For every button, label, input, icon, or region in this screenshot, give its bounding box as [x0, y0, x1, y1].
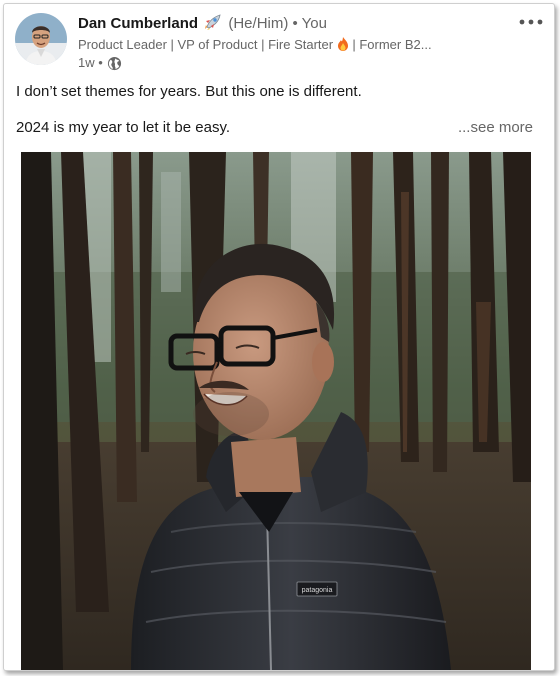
post-header: Dan Cumberland (He/Him) • You Product Le… [78, 14, 498, 71]
post-text-line-2-row: 2024 is my year to let it be easy. ...se… [16, 118, 541, 138]
jacket-logo: patagonia [302, 587, 333, 594]
post-body: I don’t set themes for years. But this o… [16, 82, 541, 138]
feed-post-card: Dan Cumberland (He/Him) • You Product Le… [3, 3, 555, 671]
rocket-emoji-icon [204, 14, 222, 30]
fire-emoji-icon [337, 37, 349, 51]
globe-icon [107, 56, 122, 71]
see-more-link[interactable]: ...see more [458, 118, 533, 138]
post-text-line-1: I don’t set themes for years. But this o… [16, 83, 362, 100]
post-text-line-2: 2024 is my year to let it be easy. [16, 119, 230, 136]
more-options-button[interactable] [518, 12, 544, 32]
post-time[interactable]: 1w • [78, 55, 103, 71]
author-avatar[interactable] [15, 13, 67, 65]
author-pronouns: (He/Him) [228, 15, 289, 32]
post-image[interactable]: patagonia [21, 152, 531, 670]
author-headline: Product Leader | VP of Product | Fire St… [78, 36, 498, 54]
author-name[interactable]: Dan Cumberland [78, 15, 198, 32]
more-horizontal-icon [519, 19, 543, 25]
headline-text: Product Leader | VP of Product | Fire St… [78, 37, 334, 52]
post-meta: 1w • [78, 55, 498, 71]
headline-tail: | Former B2... [352, 37, 432, 52]
connection-degree: • You [292, 15, 327, 32]
author-name-line: Dan Cumberland (He/Him) • You [78, 14, 498, 34]
